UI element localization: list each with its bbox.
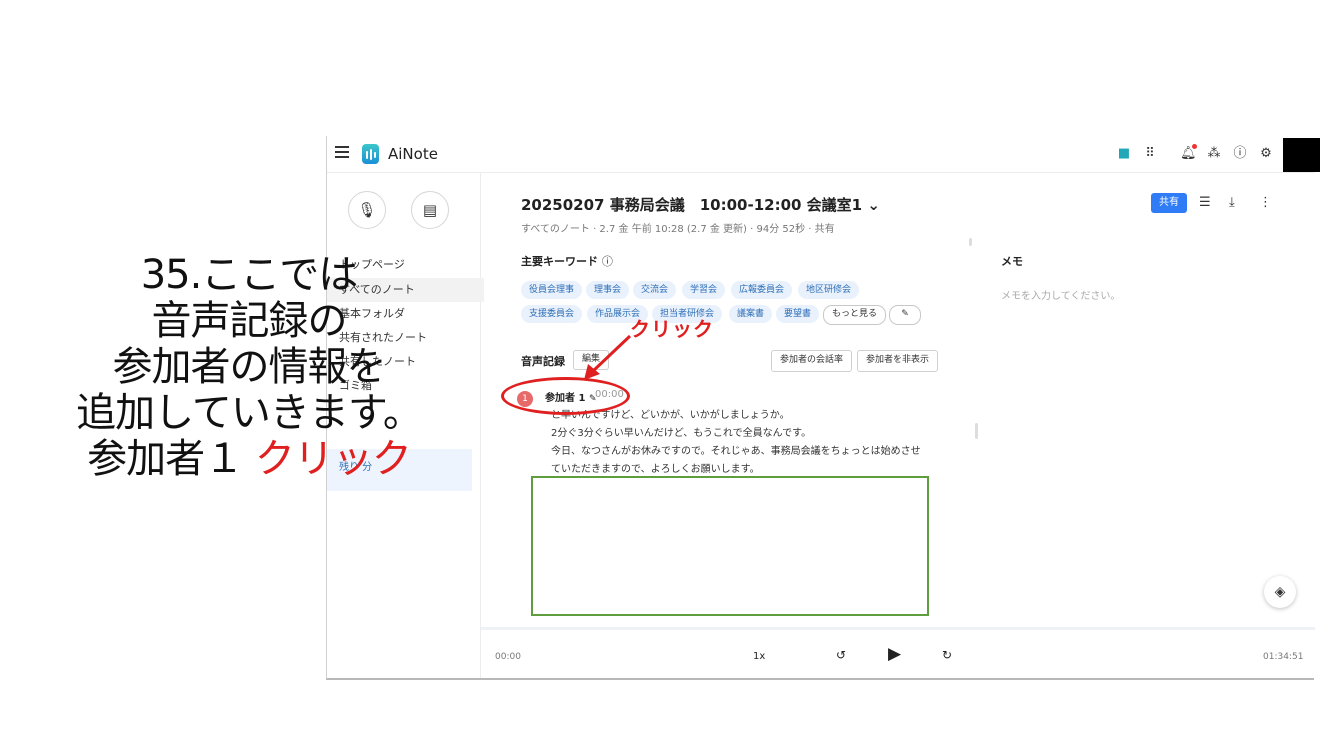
app-window: AiNote ■ ⠿ 🔔︎ ⁂ ⓘ ⚙ 🎙︎ ▤ トップページ すべてのノート … bbox=[326, 136, 1315, 680]
menu-icon[interactable] bbox=[335, 146, 349, 158]
info-icon: ⓘ bbox=[601, 255, 613, 268]
click-callout: クリック bbox=[630, 317, 714, 341]
highlight-ellipse bbox=[501, 377, 630, 415]
keyword-tag[interactable]: 理事会 bbox=[586, 281, 630, 299]
highlight-box bbox=[531, 476, 929, 616]
keyword-tag[interactable]: 広報委員会 bbox=[731, 281, 793, 299]
keyword-tag[interactable]: 学習会 bbox=[682, 281, 726, 299]
share-network-icon[interactable]: ⁂ bbox=[1206, 146, 1222, 162]
transcript-line: ていただきますので、よろしくお願いします。 bbox=[551, 464, 760, 475]
play-icon[interactable]: ▶ bbox=[888, 644, 901, 664]
apps-grid-icon[interactable]: ⠿ bbox=[1142, 146, 1158, 162]
memo-title: メモ bbox=[1001, 255, 1023, 268]
note-meta: すべてのノート · 2.7 金 午前 10:28 (2.7 金 更新) · 94… bbox=[521, 224, 835, 235]
settings-gear-icon[interactable]: ⚙ bbox=[1258, 146, 1274, 162]
more-keywords-button[interactable]: もっと見る bbox=[823, 305, 887, 325]
audio-player: 00:00 1x ↺ ▶ ↻ 01:34:51 bbox=[481, 627, 1315, 681]
share-button[interactable]: 共有 bbox=[1151, 193, 1187, 213]
chevron-down-icon[interactable]: ⌄ bbox=[867, 196, 880, 214]
help-icon[interactable]: ⓘ bbox=[1232, 146, 1248, 162]
layers-button[interactable]: ◈ bbox=[1264, 576, 1296, 608]
new-note-button[interactable]: ▤ bbox=[411, 191, 449, 229]
keyword-tag[interactable]: 交流会 bbox=[633, 281, 677, 299]
transcript-line: 2分ぐ3分ぐらい早いんだけど、もうこれで全員なんです。 bbox=[551, 428, 812, 439]
ainote-logo-icon bbox=[362, 144, 379, 164]
main-content: 20250207 事務局会議 10:00-12:00 会議室1 ⌄ すべてのノー… bbox=[481, 173, 1315, 678]
instruction-line: 音声記録の bbox=[151, 298, 348, 344]
keywords-title: 主要キーワード ⓘ bbox=[521, 255, 613, 268]
pane-resize-handle-top[interactable] bbox=[969, 238, 972, 246]
notification-dot bbox=[1192, 144, 1197, 149]
page-title[interactable]: 20250207 事務局会議 10:00-12:00 会議室1 ⌄ bbox=[521, 194, 880, 215]
black-block bbox=[1283, 138, 1320, 172]
search-transcript-icon[interactable]: ☰ bbox=[1199, 195, 1211, 210]
instruction-line: 35.ここでは bbox=[140, 252, 359, 298]
more-options-icon[interactable]: ⋮ bbox=[1259, 195, 1272, 210]
memo-input[interactable]: メモを入力してください。 bbox=[1001, 287, 1120, 302]
download-icon[interactable]: ⤓ bbox=[1229, 195, 1235, 210]
record-mic-button[interactable]: 🎙︎ bbox=[348, 191, 386, 229]
keyword-tag[interactable]: 役員会理事 bbox=[521, 281, 583, 299]
mic-icon: 🎙︎ bbox=[357, 201, 377, 219]
speaker-rate-button[interactable]: 参加者の会話率 bbox=[771, 350, 853, 372]
keyword-tag[interactable]: 議案書 bbox=[729, 305, 773, 323]
pane-resize-handle[interactable] bbox=[975, 423, 978, 439]
hide-speakers-button[interactable]: 参加者を非表示 bbox=[857, 350, 939, 372]
instruction-line: 参加者の情報を bbox=[112, 344, 387, 390]
note-app-icon[interactable]: ■ bbox=[1116, 146, 1132, 162]
pencil-icon: ✎ bbox=[901, 309, 909, 319]
note-icon: ▤ bbox=[422, 201, 438, 219]
keyword-tag[interactable]: 地区研修会 bbox=[798, 281, 860, 299]
top-bar: AiNote ■ ⠿ 🔔︎ ⁂ ⓘ ⚙ bbox=[327, 136, 1315, 173]
instruction-overlay: 35.ここでは 音声記録の 参加者の情報を 追加していきます。 参加者１ クリッ… bbox=[54, 252, 444, 482]
player-current-time: 00:00 bbox=[495, 652, 521, 662]
keyword-tag[interactable]: 要望書 bbox=[776, 305, 820, 323]
forward-5-icon[interactable]: ↻ bbox=[942, 648, 952, 662]
playback-speed-button[interactable]: 1x bbox=[753, 651, 765, 662]
player-total-time: 01:34:51 bbox=[1263, 652, 1304, 662]
recording-title: 音声記録 bbox=[521, 355, 565, 368]
app-name: AiNote bbox=[388, 145, 438, 163]
rewind-5-icon[interactable]: ↺ bbox=[836, 648, 846, 662]
edit-keywords-button[interactable]: ✎ bbox=[889, 305, 921, 325]
callout-arrow-icon bbox=[584, 334, 632, 380]
instruction-line: 参加者１ クリック bbox=[87, 436, 412, 482]
instruction-line: 追加していきます。 bbox=[76, 390, 423, 436]
layers-icon: ◈ bbox=[1274, 584, 1286, 600]
transcript-line: 今日、なつさんがお休みですので。それじゃあ、事務局会議をちょっとは始めさせ bbox=[551, 446, 921, 457]
keyword-tag[interactable]: 支援委員会 bbox=[521, 305, 583, 323]
